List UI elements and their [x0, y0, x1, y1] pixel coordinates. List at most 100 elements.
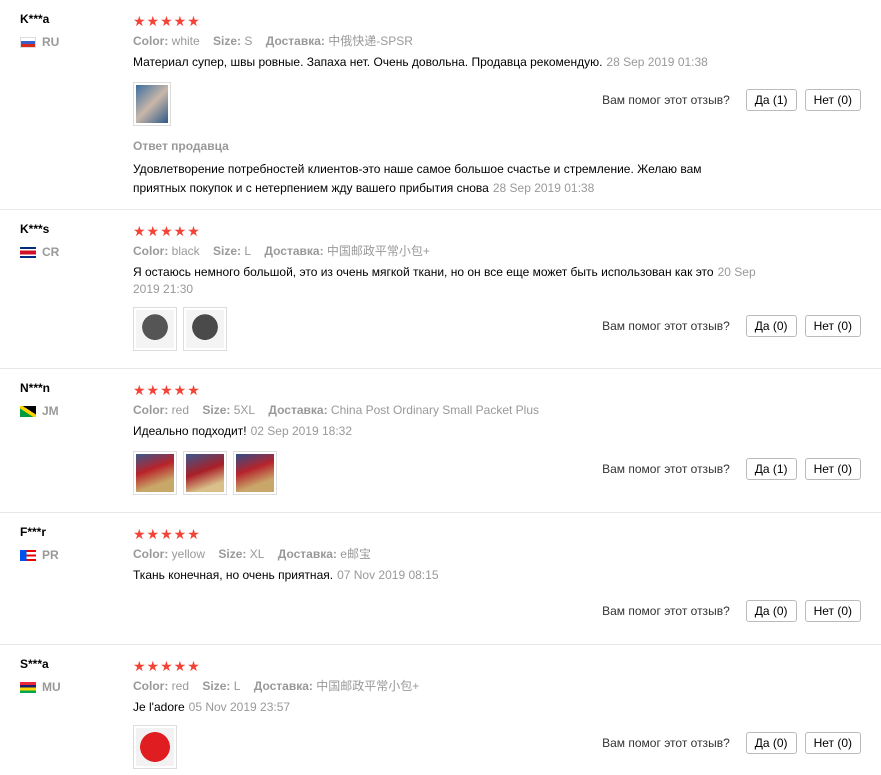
review-content: ★★★★★ Color: yellow Size: XL Доставка: e… — [133, 525, 861, 584]
helpful-yes-button[interactable]: Да (1) — [745, 89, 797, 111]
review-text: Je l'adore 05 Nov 2019 23:57 — [133, 699, 733, 716]
photo-image — [136, 310, 174, 348]
review-body: Материал супер, швы ровные. Запаха нет. … — [133, 55, 603, 69]
photo-image — [136, 454, 174, 492]
review-photo[interactable] — [233, 451, 277, 495]
review-text: Я остаюсь немного большой, это из очень … — [133, 264, 783, 298]
reviewer-country: JM — [20, 404, 120, 418]
seller-reply-date: 28 Sep 2019 01:38 — [492, 181, 595, 195]
review-body: Ткань конечная, но очень приятная. — [133, 568, 334, 582]
review-body: Я остаюсь немного большой, это из очень … — [133, 265, 714, 279]
review-body: Идеально подходит! — [133, 424, 247, 438]
star-rating: ★★★★★ — [133, 658, 201, 674]
helpful-no-button[interactable]: Нет (0) — [804, 89, 861, 111]
helpful-yes-button[interactable]: Да (0) — [745, 315, 797, 337]
helpful-yes-button[interactable]: Да (0) — [745, 732, 797, 754]
helpful-vote: Вам помог этот отзыв? Да (1) Нет (0) — [602, 89, 861, 111]
size-label: Size: — [202, 403, 231, 417]
helpful-no-button[interactable]: Нет (0) — [804, 315, 861, 337]
flag-cr-icon — [20, 246, 36, 258]
helpful-yes-button[interactable]: Да (1) — [745, 458, 797, 480]
photo-image — [236, 454, 274, 492]
order-info: Color: yellow Size: XL Доставка: e邮宝 — [133, 546, 861, 562]
review-photo[interactable] — [133, 307, 177, 351]
photo-image — [136, 85, 168, 123]
helpful-vote: Вам помог этот отзыв? Да (0) Нет (0) — [602, 600, 861, 622]
review-text: Идеально подходит! 02 Sep 2019 18:32 — [133, 423, 733, 440]
helpful-no-button[interactable]: Нет (0) — [804, 600, 861, 622]
helpful-vote: Вам помог этот отзыв? Да (0) Нет (0) — [602, 315, 861, 337]
photo-image — [136, 728, 174, 766]
helpful-yes-button[interactable]: Да (0) — [745, 600, 797, 622]
delivery-label: Доставка: — [253, 679, 313, 693]
star-rating: ★★★★★ — [133, 382, 201, 398]
reviewer-country: PR — [20, 548, 120, 562]
review-text: Материал супер, швы ровные. Запаха нет. … — [133, 54, 733, 71]
review-item: K***a RU ★★★★★ Color: white Size: S Дост… — [0, 0, 881, 210]
color-value: yellow — [171, 547, 206, 561]
helpful-question: Вам помог этот отзыв? — [602, 604, 730, 618]
delivery-value: e邮宝 — [340, 547, 371, 561]
order-info: Color: black Size: L Доставка: 中国邮政平常小包+ — [133, 243, 861, 259]
delivery-value: 中国邮政平常小包+ — [326, 244, 430, 258]
order-info: Color: red Size: 5XL Доставка: China Pos… — [133, 402, 861, 418]
review-photo[interactable] — [183, 307, 227, 351]
reviewer-country: MU — [20, 680, 120, 694]
reviewer-info: N***n JM — [20, 381, 120, 418]
delivery-value: 中俄快递-SPSR — [328, 34, 413, 48]
reviewer-name: N***n — [20, 381, 51, 395]
color-label: Color: — [133, 34, 169, 48]
color-value: black — [171, 244, 200, 258]
color-value: white — [171, 34, 200, 48]
review-body: Je l'adore — [133, 700, 185, 714]
reviewer-info: K***s CR — [20, 222, 120, 259]
size-label: Size: — [213, 244, 242, 258]
color-label: Color: — [133, 547, 169, 561]
reviewer-country: RU — [20, 35, 120, 49]
helpful-no-button[interactable]: Нет (0) — [804, 458, 861, 480]
review-photo[interactable] — [133, 451, 177, 495]
order-info: Color: red Size: L Доставка: 中国邮政平常小包+ — [133, 678, 861, 694]
seller-reply: Ответ продавца Удовлетворение потребност… — [133, 139, 733, 198]
helpful-no-button[interactable]: Нет (0) — [804, 732, 861, 754]
helpful-question: Вам помог этот отзыв? — [602, 462, 730, 476]
flag-mu-icon — [20, 681, 36, 693]
delivery-label: Доставка: — [277, 547, 337, 561]
review-photos — [133, 82, 171, 126]
review-date: 02 Sep 2019 18:32 — [250, 424, 353, 438]
review-photo[interactable] — [133, 82, 171, 126]
reviewer-country: CR — [20, 245, 120, 259]
reviewer-name: S***a — [20, 657, 49, 671]
helpful-question: Вам помог этот отзыв? — [602, 93, 730, 107]
country-code: PR — [42, 548, 59, 562]
reviewer-info: K***a RU — [20, 12, 120, 49]
helpful-question: Вам помог этот отзыв? — [602, 736, 730, 750]
delivery-value: China Post Ordinary Small Packet Plus — [330, 403, 540, 417]
size-label: Size: — [213, 34, 242, 48]
color-value: red — [171, 403, 190, 417]
review-content: ★★★★★ Color: black Size: L Доставка: 中国邮… — [133, 222, 861, 298]
star-rating: ★★★★★ — [133, 223, 201, 239]
reviewer-info: F***r PR — [20, 525, 120, 562]
size-label: Size: — [202, 679, 231, 693]
photo-image — [186, 454, 224, 492]
review-text: Ткань конечная, но очень приятная. 07 Nov… — [133, 567, 733, 584]
reviewer-name: K***s — [20, 222, 50, 236]
color-value: red — [171, 679, 190, 693]
flag-jm-icon — [20, 405, 36, 417]
country-code: JM — [42, 404, 59, 418]
size-value: S — [244, 34, 253, 48]
size-value: L — [233, 679, 241, 693]
review-photo[interactable] — [133, 725, 177, 769]
review-date: 28 Sep 2019 01:38 — [606, 55, 708, 69]
review-date: 07 Nov 2019 08:15 — [337, 568, 439, 582]
country-code: RU — [42, 35, 60, 49]
star-rating: ★★★★★ — [133, 526, 201, 542]
reviewer-info: S***a MU — [20, 657, 120, 694]
review-content: ★★★★★ Color: red Size: 5XL Доставка: Chi… — [133, 381, 861, 440]
delivery-label: Доставка: — [265, 34, 325, 48]
delivery-value: 中国邮政平常小包+ — [316, 679, 420, 693]
review-photo[interactable] — [183, 451, 227, 495]
helpful-vote: Вам помог этот отзыв? Да (1) Нет (0) — [602, 458, 861, 480]
helpful-question: Вам помог этот отзыв? — [602, 319, 730, 333]
